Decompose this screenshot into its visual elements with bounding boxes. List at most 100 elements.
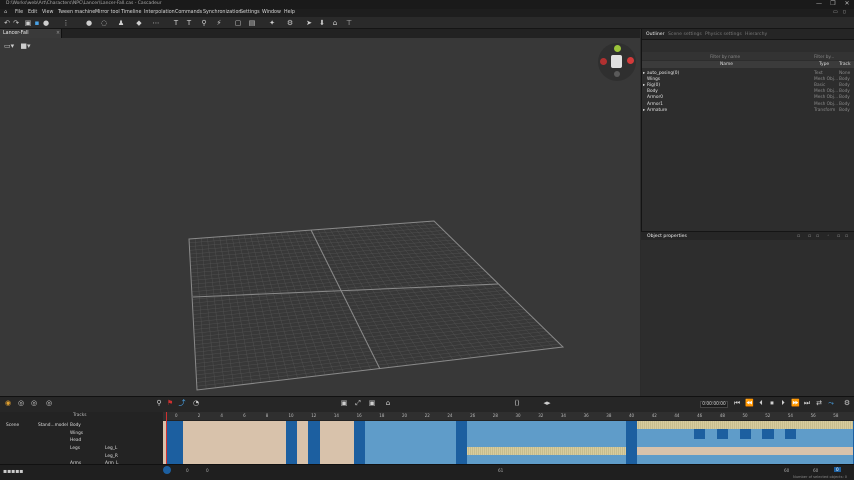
orientation-gizmo[interactable]	[598, 43, 636, 81]
goto-start-icon[interactable]: ⏮	[733, 399, 741, 407]
keyframe-column[interactable]	[353, 421, 365, 464]
interval-checker[interactable]	[637, 421, 853, 429]
rect-select-icon[interactable]: ▢	[234, 19, 242, 27]
keyframe[interactable]	[694, 429, 706, 439]
loop-icon[interactable]: ▣	[368, 399, 376, 407]
menu-window[interactable]: Window	[262, 10, 281, 15]
tab-scene-settings[interactable]: Scene settings	[668, 32, 702, 37]
track-wings[interactable]: Wings	[70, 431, 83, 436]
filter-type-dropdown[interactable]: Filter by...	[814, 54, 834, 59]
onion-skin-icon[interactable]: ⌂	[384, 399, 392, 407]
subtrack-leg-l[interactable]: Leg_L	[105, 446, 117, 451]
next-key-icon[interactable]: ⏩	[791, 399, 800, 407]
menu-file[interactable]: File	[15, 10, 23, 15]
undo-icon[interactable]: ↶	[3, 19, 11, 27]
pivot-icon[interactable]: ●	[85, 19, 93, 27]
dots-icon[interactable]: ⋮	[62, 19, 70, 27]
keyframe[interactable]	[739, 429, 751, 439]
frame-ruler[interactable]: 0 2 4 6 8 10 12 14 16 18 20 22 24 26 28 30 32 34 36 38 40 42 4…	[163, 412, 854, 420]
panel-toggle-icon[interactable]: ▯	[843, 10, 846, 15]
goto-end-icon[interactable]: ⏭	[803, 399, 811, 407]
stop-icon[interactable]: ⏹	[768, 399, 776, 407]
outliner-row[interactable]: ▸ Armature Transform Body	[642, 107, 854, 113]
props-icon-a[interactable]: ▫	[797, 234, 800, 239]
line-tool-icon[interactable]: ⋯	[152, 19, 160, 27]
menu-help[interactable]: Help	[284, 10, 295, 15]
prev-frame-icon[interactable]: ⏪	[745, 399, 754, 407]
keyframe[interactable]	[716, 429, 729, 439]
gizmo-cube-icon[interactable]	[611, 55, 622, 68]
menu-timeline[interactable]: Timeline	[121, 10, 141, 15]
menu-tween-machine[interactable]: Tween machine	[58, 10, 95, 15]
record-icon[interactable]	[163, 466, 171, 474]
clock-icon[interactable]: ◔	[192, 399, 200, 407]
interval-blue[interactable]	[637, 455, 853, 464]
scene-label[interactable]: Scene	[6, 423, 19, 428]
text-box-icon[interactable]: T	[185, 19, 193, 27]
keyframe-column[interactable]	[285, 421, 297, 464]
status-counter[interactable]: 0	[206, 468, 209, 473]
interval-checker[interactable]	[467, 447, 626, 455]
maximize-button[interactable]: ❐	[826, 0, 840, 9]
text-tool-icon[interactable]: T	[172, 19, 180, 27]
outliner-row[interactable]: Armor1 Mesh Obj... Body	[642, 101, 854, 107]
outliner-row[interactable]: Body Mesh Obj... Body	[642, 89, 854, 95]
interval-blue[interactable]	[467, 421, 626, 464]
redo-icon[interactable]: ↷	[12, 19, 20, 27]
props-icon-c[interactable]: ▫	[816, 234, 819, 239]
props-icon-e[interactable]: ▫	[837, 234, 840, 239]
props-icon-f[interactable]: ▫	[845, 234, 848, 239]
close-button[interactable]: ✕	[840, 0, 854, 9]
select-mode-icon[interactable]: ▪	[33, 19, 41, 27]
arrow-tool-icon[interactable]: ➤	[305, 19, 313, 27]
fall-icon[interactable]: ⬇	[318, 19, 326, 27]
frame-badge[interactable]: 0	[834, 467, 841, 472]
col-name[interactable]: Name	[720, 62, 733, 67]
gizmo-x-axis[interactable]	[627, 57, 634, 64]
minimize-button[interactable]: —	[812, 0, 826, 9]
col-type[interactable]: Type	[819, 62, 829, 67]
tab-outliner[interactable]: Outliner	[646, 32, 665, 37]
menu-synchronization[interactable]: Synchronization	[203, 10, 241, 15]
gizmo-y-axis[interactable]	[614, 45, 621, 52]
current-frame[interactable]: 0	[186, 468, 189, 473]
follow-icon[interactable]: ⤳	[827, 399, 835, 407]
expand-arrow-icon[interactable]: ▸	[643, 108, 645, 113]
audio-icon[interactable]: ◂▸	[543, 399, 551, 407]
home-icon[interactable]: ⌂	[4, 10, 7, 15]
menu-settings[interactable]: Settings	[240, 10, 260, 15]
track-legs[interactable]: Legs	[70, 446, 80, 451]
expand-arrow-icon[interactable]: ▸	[643, 83, 645, 88]
curve-icon[interactable]: ⤢	[354, 399, 362, 407]
document-tab[interactable]: Lancer-Fall ×	[0, 29, 62, 38]
outliner-row[interactable]: Wings Mesh Obj... Body	[642, 76, 854, 82]
props-icon-d[interactable]: ◦	[827, 234, 830, 239]
frame-icon[interactable]: ▤	[248, 19, 256, 27]
key-interval-icon[interactable]: ◎	[45, 399, 53, 407]
physics-icon[interactable]: ⚙	[286, 19, 294, 27]
play-icon[interactable]: ⏵	[779, 399, 787, 407]
outliner-row[interactable]: ▸ auto_posing(0) Text None	[642, 70, 854, 76]
keyframe-column[interactable]	[626, 421, 638, 464]
interval-blue[interactable]	[353, 421, 456, 464]
timeline-settings-icon[interactable]: ⚙	[843, 399, 851, 407]
gizmo-neg-y-axis[interactable]	[614, 71, 620, 77]
marker-icon[interactable]: ⚑	[166, 399, 174, 407]
house-icon[interactable]: ⌂	[331, 19, 339, 27]
keyframe-column[interactable]	[166, 421, 178, 464]
end-frame[interactable]: 61	[498, 468, 503, 473]
outliner-row[interactable]: Armor0 Mesh Obj... Body	[642, 95, 854, 101]
fps-a[interactable]: 60	[784, 468, 789, 473]
cube-icon[interactable]: ▣	[24, 19, 32, 27]
menu-interpolation[interactable]: Interpolation	[144, 10, 175, 15]
tab-hierarchy[interactable]: Hierarchy	[745, 32, 767, 37]
run-icon[interactable]: ⚡	[215, 19, 223, 27]
sphere-icon[interactable]: ●	[42, 19, 50, 27]
keyframe-tool-icon[interactable]: ◉	[4, 399, 12, 407]
wing-icon[interactable]: ✦	[268, 19, 276, 27]
prev-key-icon[interactable]: ⟨⟩	[513, 399, 521, 407]
filter-name-input[interactable]: Filter by name	[710, 54, 740, 59]
model-label[interactable]: Stand...model	[38, 423, 68, 428]
keyframe[interactable]	[762, 429, 774, 439]
menu-commands[interactable]: Commands	[175, 10, 202, 15]
